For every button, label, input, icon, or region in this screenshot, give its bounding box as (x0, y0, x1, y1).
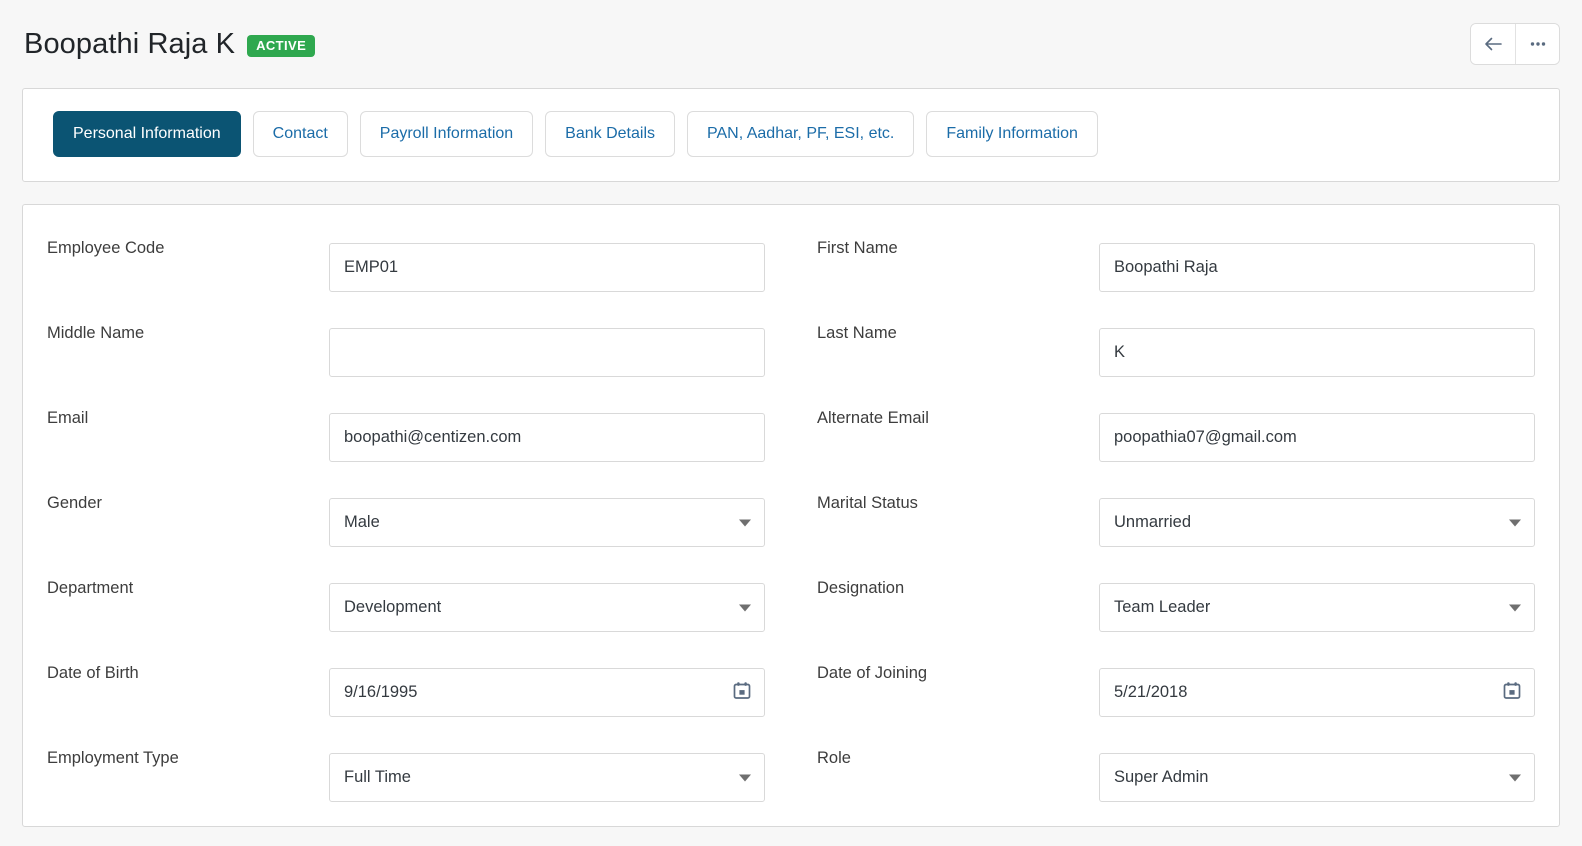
tab-payroll-information[interactable]: Payroll Information (360, 111, 533, 157)
label-email: Email (47, 401, 329, 429)
chevron-down-icon[interactable] (1509, 774, 1521, 781)
field-row-designation: Designation Team Leader (817, 571, 1535, 656)
tab-family-information[interactable]: Family Information (926, 111, 1098, 157)
calendar-icon[interactable] (1502, 680, 1522, 705)
input-last-name[interactable]: K (1099, 328, 1535, 377)
label-employment-type: Employment Type (47, 741, 329, 769)
tab-personal-information[interactable]: Personal Information (53, 111, 241, 157)
value-last-name: K (1114, 344, 1125, 361)
field-row-date-of-birth: Date of Birth 9/16/1995 (47, 656, 765, 741)
label-date-of-birth: Date of Birth (47, 656, 329, 684)
select-role[interactable]: Super Admin (1099, 753, 1535, 802)
select-department[interactable]: Development (329, 583, 765, 632)
chevron-down-icon[interactable] (739, 604, 751, 611)
more-options-button[interactable] (1515, 24, 1559, 64)
field-row-last-name: Last Name K (817, 316, 1535, 401)
form-card: Employee Code EMP01 First Name Boopathi Raj… (22, 204, 1560, 827)
tab-list: Personal Information Contact Payroll Infor… (53, 111, 1535, 157)
status-badge: ACTIVE (247, 35, 315, 57)
label-department: Department (47, 571, 329, 599)
arrow-left-icon (1482, 33, 1504, 55)
field-row-date-of-joining: Date of Joining 5/21/2018 (817, 656, 1535, 741)
value-date-of-birth: 9/16/1995 (344, 684, 417, 701)
tab-contact[interactable]: Contact (253, 111, 348, 157)
form-grid: Employee Code EMP01 First Name Boopathi Raj… (47, 231, 1535, 826)
field-row-employment-type: Employment Type Full Time (47, 741, 765, 826)
back-button[interactable] (1471, 24, 1515, 64)
ellipsis-icon (1527, 33, 1549, 55)
field-row-department: Department Development (47, 571, 765, 656)
value-email: boopathi@centizen.com (344, 429, 521, 446)
tab-pan-aadhar-pf-esi-etc[interactable]: PAN, Aadhar, PF, ESI, etc. (687, 111, 914, 157)
value-first-name: Boopathi Raja (1114, 259, 1218, 276)
label-first-name: First Name (817, 231, 1099, 259)
value-role: Super Admin (1114, 769, 1208, 786)
chevron-down-icon[interactable] (1509, 604, 1521, 611)
label-middle-name: Middle Name (47, 316, 329, 344)
chevron-down-icon[interactable] (739, 774, 751, 781)
page-header: Boopathi Raja K ACTIVE (0, 0, 1582, 88)
value-designation: Team Leader (1114, 599, 1210, 616)
page-title: Boopathi Raja K (24, 28, 235, 61)
label-designation: Designation (817, 571, 1099, 599)
select-marital-status[interactable]: Unmarried (1099, 498, 1535, 547)
value-alternate-email: poopathia07@gmail.com (1114, 429, 1297, 446)
field-row-marital-status: Marital Status Unmarried (817, 486, 1535, 571)
date-input-date-of-birth[interactable]: 9/16/1995 (329, 668, 765, 717)
label-marital-status: Marital Status (817, 486, 1099, 514)
select-designation[interactable]: Team Leader (1099, 583, 1535, 632)
field-row-first-name: First Name Boopathi Raja (817, 231, 1535, 316)
field-row-middle-name: Middle Name (47, 316, 765, 401)
value-gender: Male (344, 514, 380, 531)
value-employee-code: EMP01 (344, 259, 398, 276)
tab-bank-details[interactable]: Bank Details (545, 111, 675, 157)
input-employee-code[interactable]: EMP01 (329, 243, 765, 292)
label-role: Role (817, 741, 1099, 769)
value-marital-status: Unmarried (1114, 514, 1191, 531)
label-employee-code: Employee Code (47, 231, 329, 259)
chevron-down-icon[interactable] (1509, 519, 1521, 526)
label-gender: Gender (47, 486, 329, 514)
input-email[interactable]: boopathi@centizen.com (329, 413, 765, 462)
label-last-name: Last Name (817, 316, 1099, 344)
select-employment-type[interactable]: Full Time (329, 753, 765, 802)
field-row-alternate-email: Alternate Email poopathia07@gmail.com (817, 401, 1535, 486)
calendar-icon[interactable] (732, 680, 752, 705)
field-row-gender: Gender Male (47, 486, 765, 571)
field-row-email: Email boopathi@centizen.com (47, 401, 765, 486)
label-alternate-email: Alternate Email (817, 401, 1099, 429)
label-date-of-joining: Date of Joining (817, 656, 1099, 684)
date-input-date-of-joining[interactable]: 5/21/2018 (1099, 668, 1535, 717)
field-row-role: Role Super Admin (817, 741, 1535, 826)
tabs-card: Personal Information Contact Payroll Infor… (22, 88, 1560, 182)
header-actions (1470, 23, 1560, 65)
value-department: Development (344, 599, 441, 616)
input-alternate-email[interactable]: poopathia07@gmail.com (1099, 413, 1535, 462)
chevron-down-icon[interactable] (739, 519, 751, 526)
select-gender[interactable]: Male (329, 498, 765, 547)
input-first-name[interactable]: Boopathi Raja (1099, 243, 1535, 292)
value-date-of-joining: 5/21/2018 (1114, 684, 1187, 701)
value-employment-type: Full Time (344, 769, 411, 786)
field-row-employee-code: Employee Code EMP01 (47, 231, 765, 316)
input-middle-name[interactable] (329, 328, 765, 377)
title-wrap: Boopathi Raja K ACTIVE (24, 28, 1470, 61)
